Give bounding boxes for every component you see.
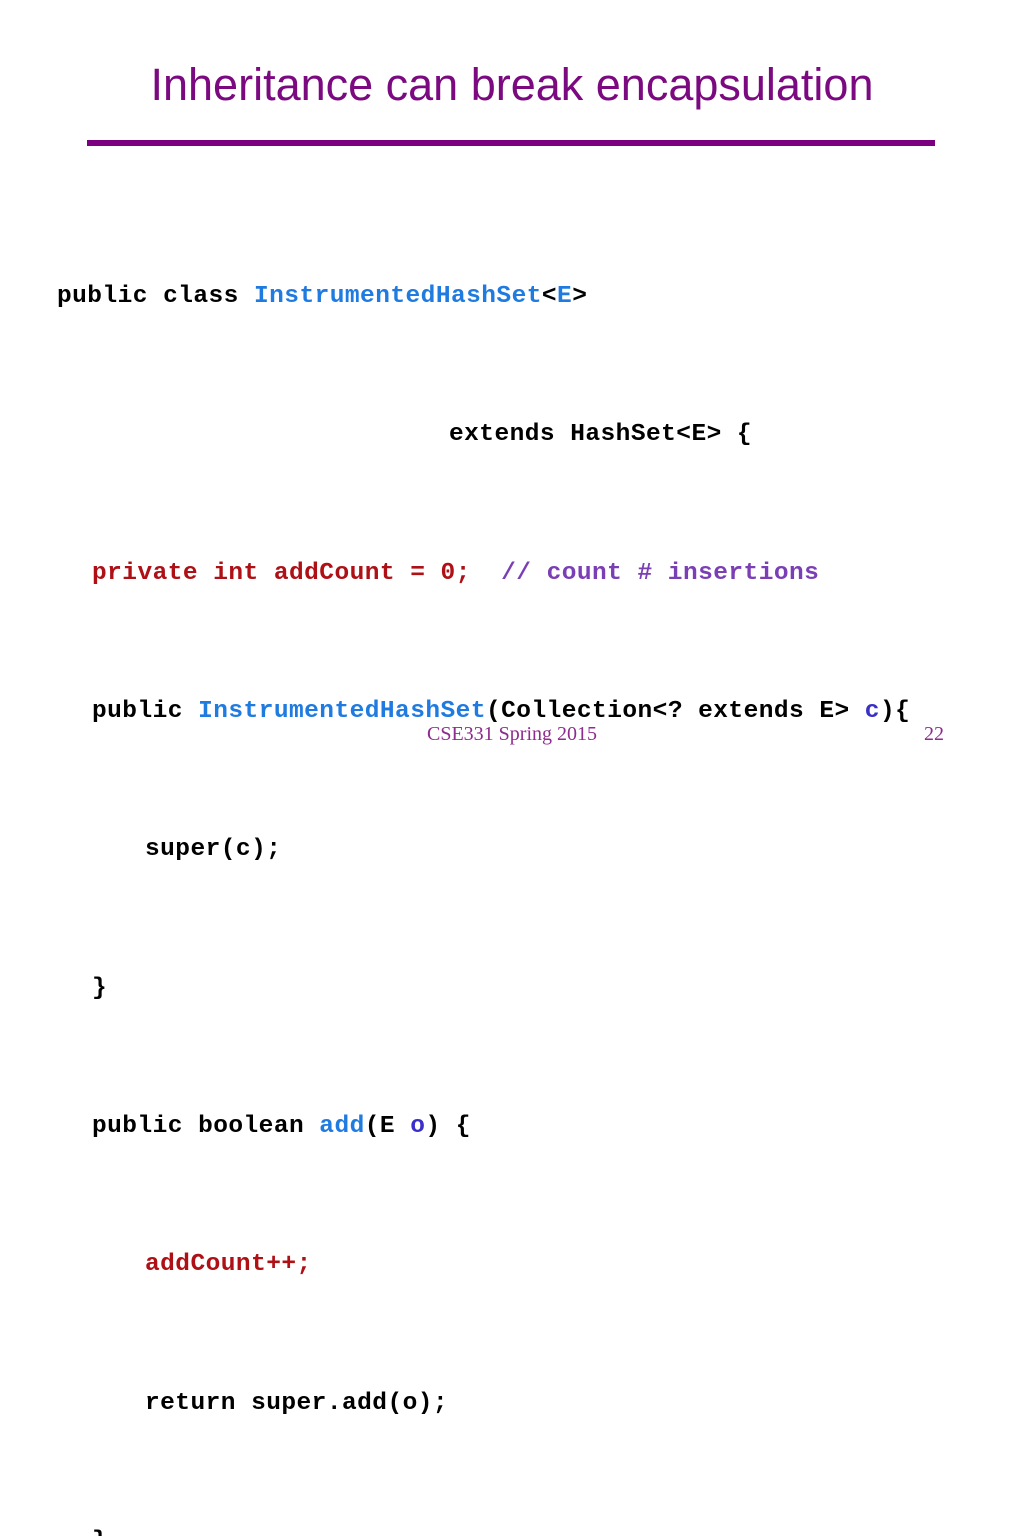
- slide-canvas: Inheritance can break encapsulation publ…: [0, 0, 1024, 1536]
- code-token-close-brace-add: }: [92, 1528, 107, 1536]
- code-line-1: public class InstrumentedHashSet<E>: [57, 280, 1024, 315]
- code-token-add-brace: ) {: [425, 1113, 471, 1141]
- page-title: Inheritance can break encapsulation: [150, 59, 874, 110]
- footer-page-number: 22: [924, 723, 944, 745]
- code-line-8: addCount++;: [57, 1248, 1024, 1283]
- code-token-field-decl: private int addCount = 0;: [92, 559, 471, 587]
- code-token-public-class: public class: [57, 282, 254, 310]
- code-token-super-call: super(c);: [145, 836, 282, 864]
- code-token-method-add: add: [319, 1113, 365, 1141]
- code-token-ctor-name: InstrumentedHashSet: [198, 697, 486, 725]
- footer-course-label: CSE331 Spring 2015: [426, 723, 598, 745]
- code-line-9: return super.add(o);: [57, 1387, 1024, 1422]
- code-token-return-super-add: return super.add(o);: [145, 1389, 449, 1417]
- code-token-close-brace-ctor: }: [92, 974, 108, 1002]
- code-line-5: super(c);: [57, 833, 1024, 868]
- code-token-ctor-params: (Collection<? extends E>: [485, 697, 865, 725]
- code-line-6: }: [57, 972, 1024, 1007]
- code-token-ctor-brace: ){: [879, 697, 911, 725]
- title-underline-rule: [87, 140, 935, 146]
- code-token-public-ctor: public: [92, 697, 199, 725]
- code-token-comment: // count # insertions: [470, 559, 820, 587]
- code-token-addcount-increment: addCount++;: [145, 1251, 312, 1279]
- code-token-generic-e: E: [557, 282, 573, 310]
- code-token-param-o: o: [410, 1113, 426, 1141]
- code-line-7: public boolean add(E o) {: [57, 1110, 1024, 1145]
- code-line-3: private int addCount = 0; // count # ins…: [57, 557, 1024, 592]
- code-token-angle-open: <: [541, 282, 558, 310]
- code-token-param-c: c: [864, 697, 880, 725]
- code-line-10: }: [57, 1525, 1024, 1536]
- code-token-angle-close: >: [572, 282, 588, 310]
- title-block: Inheritance can break encapsulation: [58, 62, 966, 152]
- code-token-extends-clause: extends HashSet<E> {: [449, 421, 753, 449]
- code-line-2: extends HashSet<E> {: [57, 418, 1024, 453]
- code-token-add-paramtype: (E: [364, 1113, 411, 1141]
- code-token-classname: InstrumentedHashSet: [253, 282, 542, 310]
- code-listing: public class InstrumentedHashSet<E> exte…: [57, 176, 1024, 1536]
- code-token-public-boolean-add: public boolean: [92, 1113, 320, 1141]
